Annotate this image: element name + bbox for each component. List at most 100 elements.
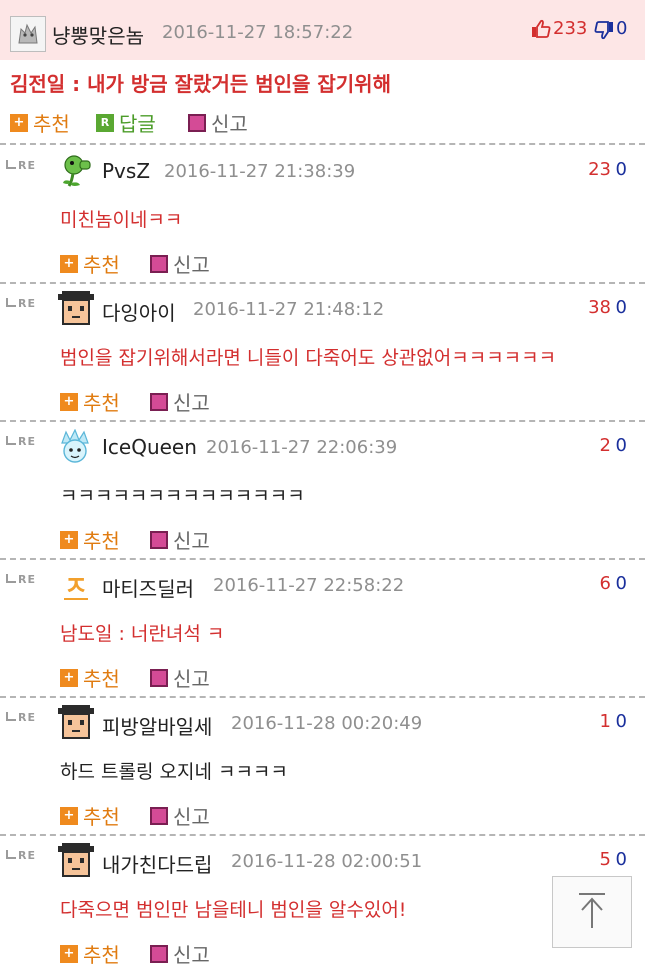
pixel-face-avatar[interactable] xyxy=(58,843,94,879)
report-button[interactable]: 신고 xyxy=(150,525,210,554)
reply-body: 다죽으면 범인만 남을테니 범인을 알수있어! xyxy=(60,899,407,921)
recommend-button[interactable]: + 추천 xyxy=(60,525,120,554)
plus-icon: + xyxy=(60,944,78,963)
reply-actions: + 추천 신고 xyxy=(60,525,260,554)
reply-actions: + 추천 신고 xyxy=(60,249,260,278)
recommend-button[interactable]: + 추천 xyxy=(60,387,120,416)
scroll-to-top-button[interactable] xyxy=(552,876,632,948)
plus-icon: + xyxy=(60,806,78,825)
reply-datetime: 2016-11-27 21:48:12 xyxy=(193,299,385,320)
recommend-label: 추천 xyxy=(83,391,120,415)
reply-nickname[interactable]: 마티즈딜러 xyxy=(102,573,194,602)
siren-icon xyxy=(150,254,168,273)
post-author-nickname[interactable]: 냥뿡맞은놈 xyxy=(52,20,144,49)
siren-icon xyxy=(150,944,168,963)
reply-nickname[interactable]: 피방알바일세 xyxy=(102,711,212,740)
reply-arrow-icon: RE xyxy=(6,297,36,310)
reply-datetime: 2016-11-27 22:06:39 xyxy=(206,437,398,458)
plus-icon: + xyxy=(60,392,78,411)
post-datetime: 2016-11-27 18:57:22 xyxy=(162,22,354,43)
reply-item: RE IceQueen 2016-11-27 22:06:39 2 0 ㅋㅋㅋㅋㅋㅋㅋㅋㅋ… xyxy=(0,421,645,559)
recommend-button[interactable]: + 추천 xyxy=(60,249,120,278)
reply-label: 답글 xyxy=(119,112,156,136)
reply-icon: R xyxy=(96,113,114,132)
recommend-button[interactable]: + 추천 xyxy=(60,939,120,968)
plus-icon: + xyxy=(60,668,78,687)
recommend-label: 추천 xyxy=(83,667,120,691)
report-button[interactable]: 신고 xyxy=(150,249,210,278)
report-button[interactable]: 신고 xyxy=(150,663,210,692)
thumbs-down-icon[interactable] xyxy=(594,20,614,44)
reply-actions: + 추천 신고 xyxy=(60,387,260,416)
reply-item: RE 다잉아이 2016-11-27 21:48:12 38 0 범인을 잡기위해서라면 … xyxy=(0,283,645,421)
reply-downvote-count[interactable]: 0 xyxy=(616,435,627,456)
reply-nickname[interactable]: 다잉아이 xyxy=(102,297,176,326)
post-upvote-count: 233 xyxy=(553,18,588,39)
reply-downvote-count[interactable]: 0 xyxy=(616,159,627,180)
recommend-label: 추천 xyxy=(83,805,120,829)
recommend-label: 추천 xyxy=(83,529,120,553)
peashooter-avatar[interactable] xyxy=(58,153,94,189)
letter-avatar[interactable]: ㅈ xyxy=(58,567,94,603)
reply-item: RE 내가친다드립 2016-11-28 02:00:51 5 0 다죽으면 범인만 남을… xyxy=(0,835,645,973)
post-title: 김전일 : 내가 방금 잘랐거든 범인을 잡기위해 xyxy=(10,72,391,96)
recommend-button[interactable]: + 추천 xyxy=(10,108,70,137)
reply-nickname[interactable]: 내가친다드립 xyxy=(102,849,212,878)
report-label: 신고 xyxy=(173,943,210,967)
report-label: 신고 xyxy=(173,805,210,829)
reply-button[interactable]: R 답글 xyxy=(96,108,156,137)
thumbs-up-icon[interactable] xyxy=(531,19,551,43)
siren-icon xyxy=(150,806,168,825)
report-label: 신고 xyxy=(211,112,248,136)
reply-arrow-icon: RE xyxy=(6,435,36,448)
report-label: 신고 xyxy=(173,667,210,691)
reply-item: RE PvsZ 2016-11-27 21:38:39 23 0 미친놈이네ㅋㅋ + 추천 신고 xyxy=(0,145,645,283)
reply-body: 남도일 : 너란녀석 ㅋ xyxy=(60,623,225,645)
plus-icon: + xyxy=(60,254,78,273)
reply-datetime: 2016-11-28 00:20:49 xyxy=(231,713,423,734)
reply-upvote-count[interactable]: 6 xyxy=(600,573,611,594)
report-label: 신고 xyxy=(173,391,210,415)
siren-icon xyxy=(150,530,168,549)
reply-downvote-count[interactable]: 0 xyxy=(616,573,627,594)
reply-downvote-count[interactable]: 0 xyxy=(616,297,627,318)
reply-datetime: 2016-11-27 22:58:22 xyxy=(213,575,405,596)
report-button[interactable]: 신고 xyxy=(188,108,248,137)
reply-body: ㅋㅋㅋㅋㅋㅋㅋㅋㅋㅋㅋㅋㅋㅋ xyxy=(60,485,305,507)
reply-nickname[interactable]: IceQueen xyxy=(102,435,197,459)
post-downvote-count: 0 xyxy=(616,18,628,39)
siren-icon xyxy=(150,392,168,411)
reply-downvote-count[interactable]: 0 xyxy=(616,849,627,870)
siren-icon xyxy=(188,113,206,132)
reply-arrow-icon: RE xyxy=(6,159,36,172)
reply-downvote-count[interactable]: 0 xyxy=(616,711,627,732)
reply-body: 하드 트롤링 오지네 ㅋㅋㅋㅋ xyxy=(60,761,288,783)
report-button[interactable]: 신고 xyxy=(150,939,210,968)
siren-icon xyxy=(150,668,168,687)
recommend-label: 추천 xyxy=(33,112,70,136)
reply-upvote-count[interactable]: 23 xyxy=(588,159,611,180)
pixel-face-avatar[interactable] xyxy=(58,705,94,741)
reply-upvote-count[interactable]: 38 xyxy=(588,297,611,318)
post-author-avatar[interactable] xyxy=(10,16,46,52)
recommend-button[interactable]: + 추천 xyxy=(60,663,120,692)
reply-actions: + 추천 신고 xyxy=(60,801,260,830)
report-button[interactable]: 신고 xyxy=(150,387,210,416)
pixel-face-avatar[interactable] xyxy=(58,291,94,327)
reply-body: 미친놈이네ㅋㅋ xyxy=(60,209,183,231)
reply-upvote-count[interactable]: 5 xyxy=(600,849,611,870)
reply-upvote-count[interactable]: 2 xyxy=(600,435,611,456)
report-label: 신고 xyxy=(173,529,210,553)
plus-icon: + xyxy=(10,113,28,132)
reply-body: 범인을 잡기위해서라면 니들이 다죽어도 상관없어ㅋㅋㅋㅋㅋㅋ xyxy=(60,347,557,369)
report-button[interactable]: 신고 xyxy=(150,801,210,830)
svg-text:ㅈ: ㅈ xyxy=(64,572,88,602)
recommend-button[interactable]: + 추천 xyxy=(60,801,120,830)
reply-nickname[interactable]: PvsZ xyxy=(102,159,150,183)
arrow-up-icon xyxy=(575,890,609,934)
reply-upvote-count[interactable]: 1 xyxy=(600,711,611,732)
ice-queen-avatar[interactable] xyxy=(58,428,94,465)
recommend-label: 추천 xyxy=(83,943,120,967)
report-label: 신고 xyxy=(173,253,210,277)
reply-actions: + 추천 신고 xyxy=(60,939,260,968)
